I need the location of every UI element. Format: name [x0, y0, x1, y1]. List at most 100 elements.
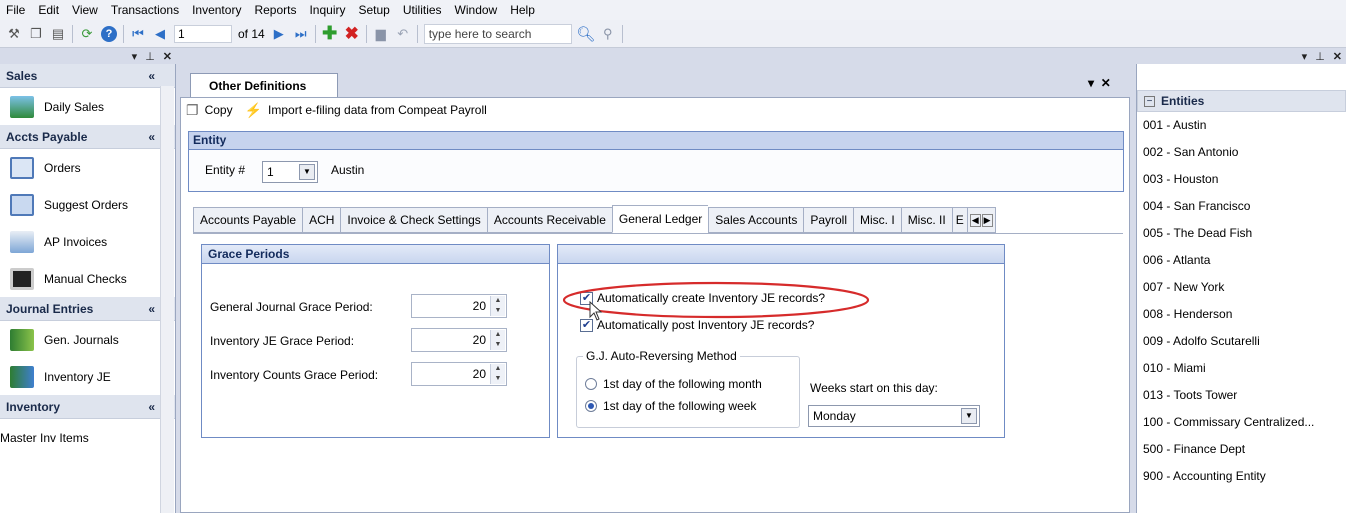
nav-item-gen-journals[interactable]: Gen. Journals [0, 321, 175, 358]
menu-transactions[interactable]: Transactions [111, 3, 179, 17]
menu-window[interactable]: Window [455, 3, 498, 17]
delete-icon[interactable]: ✖ [344, 24, 360, 43]
radio-following-week[interactable] [585, 400, 597, 412]
tab-general-ledger[interactable]: General Ledger [611, 205, 709, 233]
list-item[interactable]: 008 - Henderson [1137, 301, 1346, 328]
undo-icon[interactable]: ↶ [395, 26, 411, 42]
list-item[interactable]: 005 - The Dead Fish [1137, 220, 1346, 247]
inventory-je-grace-stepper[interactable]: 20 ▲ ▼ [411, 328, 507, 352]
tab-scroll-left-icon[interactable]: ◀ [969, 213, 981, 227]
radio-week-row[interactable]: 1st day of the following week [585, 399, 756, 413]
nav-item-manual-checks[interactable]: Manual Checks [0, 260, 175, 297]
list-item[interactable]: 004 - San Francisco [1137, 193, 1346, 220]
list-item[interactable]: 001 - Austin [1137, 112, 1346, 139]
collapse-icon[interactable]: « [148, 69, 155, 83]
nav-item-daily-sales[interactable]: Daily Sales [0, 88, 175, 125]
spinner-arrows-icon[interactable]: ▲ ▼ [490, 296, 505, 316]
import-button[interactable]: Import e-filing data from Compeat Payrol… [268, 103, 487, 117]
nav-item-inventory-je[interactable]: Inventory JE [0, 358, 175, 395]
tab-scroll-right-icon[interactable]: ▶ [981, 213, 993, 227]
close-icon[interactable]: ✕ [1333, 50, 1342, 63]
wand-icon[interactable]: ⚒ [6, 26, 22, 42]
search-icon[interactable]: 🔍︎ [576, 26, 595, 43]
save-icon[interactable]: ▆ [373, 26, 389, 42]
menu-edit[interactable]: Edit [38, 3, 59, 17]
close-icon[interactable]: ✕ [1101, 76, 1111, 90]
tab-misc-ii[interactable]: Misc. II [900, 207, 952, 233]
list-item[interactable]: 010 - Miami [1137, 355, 1346, 382]
menu-reports[interactable]: Reports [254, 3, 296, 17]
menu-help[interactable]: Help [510, 3, 535, 17]
list-item[interactable]: 002 - San Antonio [1137, 139, 1346, 166]
list-item[interactable]: 013 - Toots Tower [1137, 382, 1346, 409]
menu-file[interactable]: File [6, 3, 25, 17]
menu-view[interactable]: View [72, 3, 98, 17]
last-record-icon[interactable]: ⏭ [293, 26, 309, 42]
dropdown-icon[interactable]: ▾ [1088, 76, 1094, 90]
document-tab-other-definitions[interactable]: Other Definitions [190, 73, 338, 97]
chevron-down-icon[interactable]: ▼ [299, 164, 315, 180]
chevron-down-icon[interactable]: ▼ [961, 408, 977, 424]
collapse-icon[interactable]: − [1144, 95, 1155, 107]
nav-item-orders[interactable]: Orders [0, 149, 175, 186]
tab-accounts-payable[interactable]: Accounts Payable [193, 207, 303, 233]
spinner-arrows-icon[interactable]: ▲ ▼ [490, 364, 505, 384]
filter-icon[interactable]: ⚲ [600, 26, 616, 42]
tab-more[interactable]: E [951, 207, 967, 233]
page-current-input[interactable]: 1 [174, 24, 232, 43]
menu-inventory[interactable]: Inventory [192, 3, 241, 17]
list-item[interactable]: 009 - Adolfo Scutarelli [1137, 328, 1346, 355]
copy-icon[interactable]: ❐ [28, 26, 44, 42]
group-header-journal-entries[interactable]: Journal Entries « [0, 297, 175, 321]
list-item[interactable]: 003 - Houston [1137, 166, 1346, 193]
menu-setup[interactable]: Setup [359, 3, 390, 17]
nav-item-suggest-orders[interactable]: Suggest Orders [0, 186, 175, 223]
nav-item-ap-invoices[interactable]: AP Invoices [0, 223, 175, 260]
tab-invoice-check-settings[interactable]: Invoice & Check Settings [340, 207, 487, 233]
tab-sales-accounts[interactable]: Sales Accounts [708, 207, 804, 233]
list-item[interactable]: 500 - Finance Dept [1137, 436, 1346, 463]
tab-accounts-receivable[interactable]: Accounts Receivable [486, 207, 612, 233]
help-icon[interactable]: ? [101, 25, 117, 42]
dropdown-icon[interactable]: ▾ [1302, 50, 1308, 63]
search-input[interactable]: type here to search [423, 23, 572, 44]
left-scrollbar[interactable] [160, 86, 174, 513]
collapse-icon[interactable]: « [148, 302, 155, 316]
copy-button[interactable]: Copy [205, 103, 233, 117]
spinner-arrows-icon[interactable]: ▲ ▼ [490, 330, 505, 350]
entities-header[interactable]: − Entities [1137, 90, 1346, 112]
tab-ach[interactable]: ACH [302, 207, 341, 233]
menu-inquiry[interactable]: Inquiry [309, 3, 345, 17]
close-icon[interactable]: ✕ [163, 50, 172, 63]
menu-utilities[interactable]: Utilities [403, 3, 442, 17]
list-item[interactable]: 900 - Accounting Entity [1137, 463, 1346, 490]
dropdown-icon[interactable]: ▾ [132, 50, 138, 63]
pin-icon[interactable]: ⊥ [145, 50, 155, 63]
tab-payroll[interactable]: Payroll [803, 207, 854, 233]
copy-icon[interactable]: ❐ [186, 102, 199, 119]
group-header-accts-payable[interactable]: Accts Payable « [0, 125, 175, 149]
pin-icon[interactable]: ⊥ [1315, 50, 1325, 63]
list-item[interactable]: 100 - Commissary Centralized... [1137, 409, 1346, 436]
general-journal-grace-stepper[interactable]: 20 ▲ ▼ [411, 294, 507, 318]
radio-following-month[interactable] [585, 378, 597, 390]
group-header-sales[interactable]: Sales « [0, 64, 175, 88]
weeks-start-select[interactable]: Monday ▼ [808, 405, 980, 427]
next-record-icon[interactable]: ▶ [271, 26, 287, 42]
list-item[interactable]: 006 - Atlanta [1137, 247, 1346, 274]
add-icon[interactable]: ✚ [322, 23, 338, 43]
inventory-counts-grace-stepper[interactable]: 20 ▲ ▼ [411, 362, 507, 386]
tab-misc-i[interactable]: Misc. I [853, 207, 901, 233]
refresh-icon[interactable]: ⟳ [79, 26, 95, 42]
radio-month-row[interactable]: 1st day of the following month [585, 377, 762, 391]
group-header-inventory[interactable]: Inventory « [0, 395, 175, 419]
list-item[interactable]: 007 - New York [1137, 274, 1346, 301]
paste-icon[interactable]: ▤ [50, 26, 66, 42]
first-record-icon[interactable]: ⏮ [130, 26, 146, 42]
nav-item-master-inv-items[interactable]: Master Inv Items [0, 419, 175, 456]
prev-record-icon[interactable]: ◀ [152, 26, 168, 42]
collapse-icon[interactable]: « [148, 400, 155, 414]
import-icon[interactable]: ⚡ [245, 102, 262, 119]
collapse-icon[interactable]: « [148, 130, 155, 144]
entity-number-select[interactable]: 1 ▼ [262, 161, 318, 183]
